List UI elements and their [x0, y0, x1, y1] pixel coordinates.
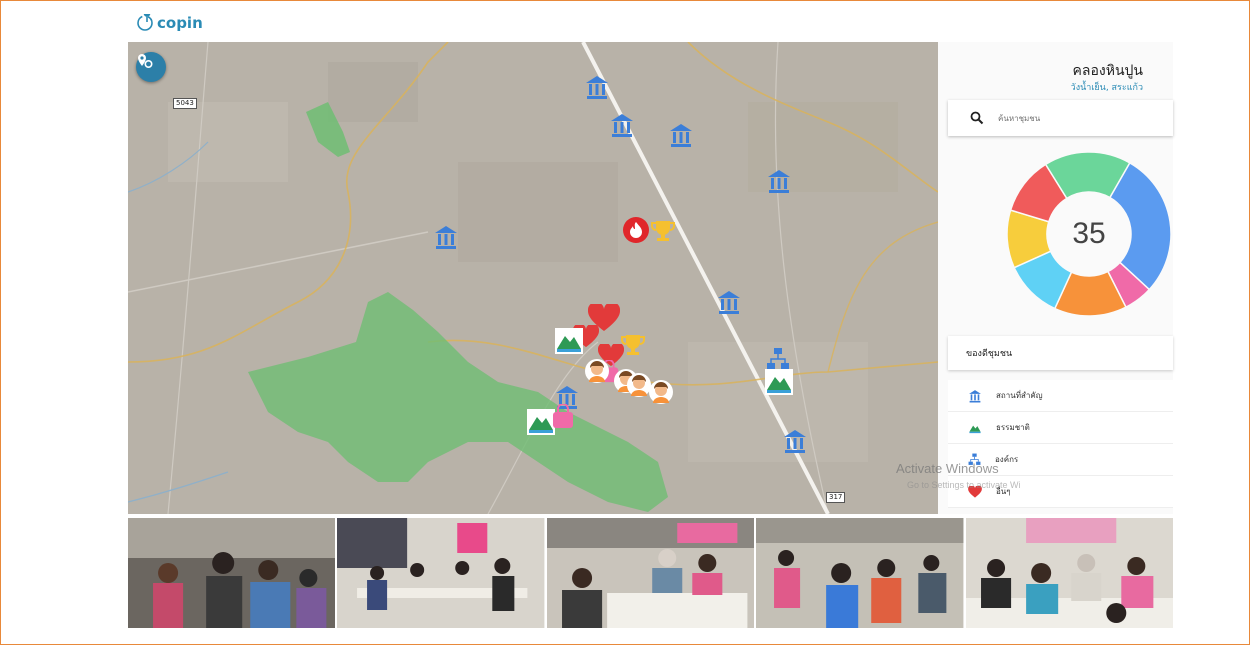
building-icon[interactable] [609, 112, 635, 138]
map-view[interactable]: 5043 317 [128, 42, 938, 514]
activate-windows-hint: Go to Settings to activate Wi [907, 480, 1021, 490]
community-title: คลองหินปูน [1072, 63, 1143, 79]
legend-label: ธรรมชาติ [996, 423, 1030, 432]
donut-total: 35 [1072, 217, 1106, 250]
building-icon[interactable] [766, 168, 792, 194]
search-input[interactable] [996, 112, 1150, 124]
bag-icon[interactable] [551, 404, 575, 430]
community-panel: คลองหินปูน วังน้ำเย็น, สระแก้ว 35 ของดีช… [938, 42, 1173, 514]
legend-item-landmark[interactable]: สถานที่สำคัญ [948, 380, 1173, 412]
meeting-photo [756, 518, 964, 628]
person-icon[interactable] [584, 358, 610, 384]
road-number-badge: 5043 [173, 98, 197, 109]
community-location[interactable]: วังน้ำเย็น, สระแก้ว [938, 80, 1173, 94]
mountain-icon[interactable] [764, 368, 794, 396]
org-chart-icon[interactable] [766, 347, 790, 371]
meeting-photo [546, 518, 755, 628]
meeting-photo [965, 518, 1174, 628]
person-icon[interactable] [648, 379, 674, 405]
legend-item-nature[interactable]: ธรรมชาติ [948, 412, 1173, 444]
building-icon[interactable] [668, 122, 694, 148]
mountain-icon[interactable] [554, 327, 584, 355]
meeting-photo [337, 518, 545, 628]
mountain-icon [969, 425, 981, 433]
app-window: copin 5043 317 คลองหินปูน วังน้ำเย็น, สร… [128, 8, 1174, 630]
locate-button[interactable] [136, 52, 166, 82]
building-icon[interactable] [782, 428, 808, 454]
app-name: copin [157, 14, 203, 32]
building-icon [969, 389, 981, 402]
activate-windows-watermark: Activate Windows [896, 461, 999, 476]
map-base [128, 42, 938, 514]
search-icon [970, 111, 984, 125]
legend-title: ของดีชุมชน [948, 336, 1173, 370]
meeting-photo [128, 518, 336, 628]
building-icon[interactable] [584, 74, 610, 100]
legend-label: สถานที่สำคัญ [996, 391, 1043, 400]
logo[interactable]: copin [136, 14, 203, 32]
road-number-badge: 317 [826, 492, 846, 503]
location-pin-icon [138, 54, 153, 69]
building-icon[interactable] [433, 224, 459, 250]
trophy-icon[interactable] [650, 218, 676, 244]
photo-strip [128, 518, 1174, 628]
pin-icon [137, 14, 153, 31]
fire-icon[interactable] [622, 216, 650, 244]
building-icon[interactable] [716, 289, 742, 315]
search-box[interactable] [948, 100, 1173, 136]
top-bar: copin [128, 8, 1173, 43]
